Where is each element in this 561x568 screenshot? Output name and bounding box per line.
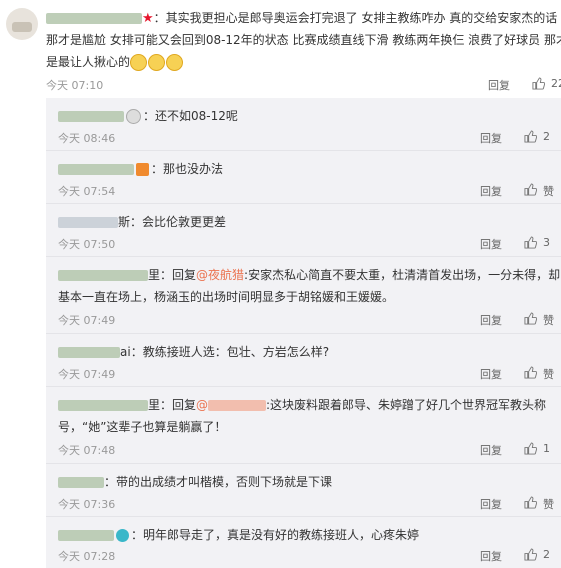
reply-item: 里：回复@夜航猎:安家杰私心简直不要太重，杜清清首发出场，一分未得，却 基本一直… (46, 257, 561, 334)
comment-line-1: ：其实我更担心是郎导奥运会打完退了 女排主教练咋办 真的交给安家杰的话 (153, 11, 558, 25)
like-count: 赞 (543, 368, 554, 381)
reply-text: :安家杰私心简直不要太重，杜清清首发出场，一分未得，却 (244, 268, 561, 282)
reply-text: ：那也没办法 (151, 162, 224, 176)
emoji-icon (148, 54, 166, 71)
reply-item: ：明年郎导走了，真是没有好的教练接班人，心疼朱婷 今天 07:28 回复 2 (46, 517, 561, 568)
thumbs-up-icon[interactable] (524, 183, 537, 196)
thumbs-up-icon[interactable] (532, 77, 545, 90)
like-count: 1 (543, 442, 550, 455)
reply-button[interactable]: 回复 (488, 77, 510, 93)
reply-text-continued: 号，“她”这辈子也算是躺赢了！ (58, 420, 227, 434)
like-count: 2 (543, 130, 550, 143)
reply-button[interactable]: 回复 (480, 442, 502, 458)
reply-button[interactable]: 回复 (480, 366, 502, 382)
main-comment-text: ★：其实我更担心是郎导奥运会打完退了 女排主教练咋办 真的交给安家杰的话 那才是… (46, 7, 561, 73)
main-comment: ★：其实我更担心是郎导奥运会打完退了 女排主教练咋办 真的交给安家杰的话 那才是… (0, 0, 561, 98)
reply-username[interactable] (58, 215, 118, 229)
comment-line-3: 是最让人揪心的 (46, 55, 131, 69)
avatar[interactable] (6, 8, 38, 40)
reply-text: 里：回复 (148, 398, 197, 412)
reply-time: 今天 07:49 (58, 314, 116, 327)
medal-icon (126, 109, 141, 124)
like-count: 2 (543, 548, 550, 561)
reply-username[interactable] (58, 268, 148, 282)
reply-item: ：带的出成绩才叫楷模，否则下场就是下课 今天 07:36 回复 赞 (46, 464, 561, 517)
reply-username[interactable] (58, 109, 124, 123)
thumbs-up-icon[interactable] (524, 312, 537, 325)
reply-text: ：还不如08-12呢 (143, 109, 238, 123)
like-count: 3 (543, 236, 550, 249)
reply-text: ：带的出成绩才叫楷模，否则下场就是下课 (104, 475, 333, 489)
reply-text: ai：教练接班人选：包壮、方岩怎么样? (120, 345, 330, 359)
reply-username[interactable] (58, 528, 114, 542)
reply-time: 今天 07:49 (58, 368, 116, 381)
emoji-icon (130, 54, 148, 71)
reply-button[interactable]: 回复 (480, 236, 502, 252)
reply-text-continued: 基本一直在场上，杨涵玉的出场时间明显多于胡铭媛和王媛媛。 (58, 290, 395, 304)
reply-text: :这块废料跟着郎导、朱婷蹭了好几个世界冠军教头称 (266, 398, 547, 412)
comment-time: 今天 07:10 (46, 79, 104, 92)
thumbs-up-icon[interactable] (524, 548, 537, 561)
medal-icon (116, 529, 129, 542)
like-count: 赞 (543, 314, 554, 327)
reply-item: ai：教练接班人选：包壮、方岩怎么样? 今天 07:49 回复 赞 (46, 334, 561, 387)
reply-text: 里：回复 (148, 268, 197, 282)
reply-username[interactable] (58, 475, 104, 489)
mention-link[interactable]: @ (196, 398, 267, 412)
reply-text: ：明年郎导走了，真是没有好的教练接班人，心疼朱婷 (131, 528, 420, 542)
reply-username[interactable] (58, 345, 120, 359)
reply-username[interactable] (58, 162, 134, 176)
star-icon: ★ (142, 11, 154, 26)
reply-time: 今天 07:48 (58, 444, 116, 457)
reply-button[interactable]: 回复 (480, 130, 502, 146)
reply-time: 今天 07:50 (58, 238, 116, 251)
comment-line-2: 那才是尴尬 女排可能又会回到08-12年的状态 比赛成绩直线下滑 教练两年换仨 … (46, 33, 561, 47)
like-count: 赞 (543, 498, 554, 511)
reply-username[interactable] (58, 398, 148, 412)
medal-icon (136, 163, 149, 176)
reply-time: 今天 07:28 (58, 550, 116, 563)
username[interactable] (46, 11, 142, 25)
mention-link[interactable]: @夜航猎 (196, 268, 244, 282)
thumbs-up-icon[interactable] (524, 366, 537, 379)
reply-time: 今天 07:36 (58, 498, 116, 511)
thumbs-up-icon[interactable] (524, 496, 537, 509)
thumbs-up-icon[interactable] (524, 442, 537, 455)
reply-button[interactable]: 回复 (480, 548, 502, 564)
emoji-icon (166, 54, 184, 71)
like-count: 22 (551, 77, 561, 90)
reply-item: 里：回复@:这块废料跟着郎导、朱婷蹭了好几个世界冠军教头称 号，“她”这辈子也算… (46, 387, 561, 464)
reply-item: ：那也没办法 今天 07:54 回复 赞 (46, 151, 561, 204)
thumbs-up-icon[interactable] (524, 130, 537, 143)
reply-item: ：还不如08-12呢 今天 08:46 回复 2 (46, 98, 561, 151)
replies-panel: ：还不如08-12呢 今天 08:46 回复 2 ：那也没办法 今天 07:54… (46, 98, 561, 568)
thumbs-up-icon[interactable] (524, 236, 537, 249)
reply-item: 斯：会比伦敦更更差 今天 07:50 回复 3 (46, 204, 561, 257)
like-count: 赞 (543, 185, 554, 198)
reply-time: 今天 07:54 (58, 185, 116, 198)
reply-text: 斯：会比伦敦更更差 (118, 215, 227, 229)
reply-time: 今天 08:46 (58, 132, 116, 145)
reply-button[interactable]: 回复 (480, 312, 502, 328)
reply-button[interactable]: 回复 (480, 183, 502, 199)
reply-button[interactable]: 回复 (480, 496, 502, 512)
